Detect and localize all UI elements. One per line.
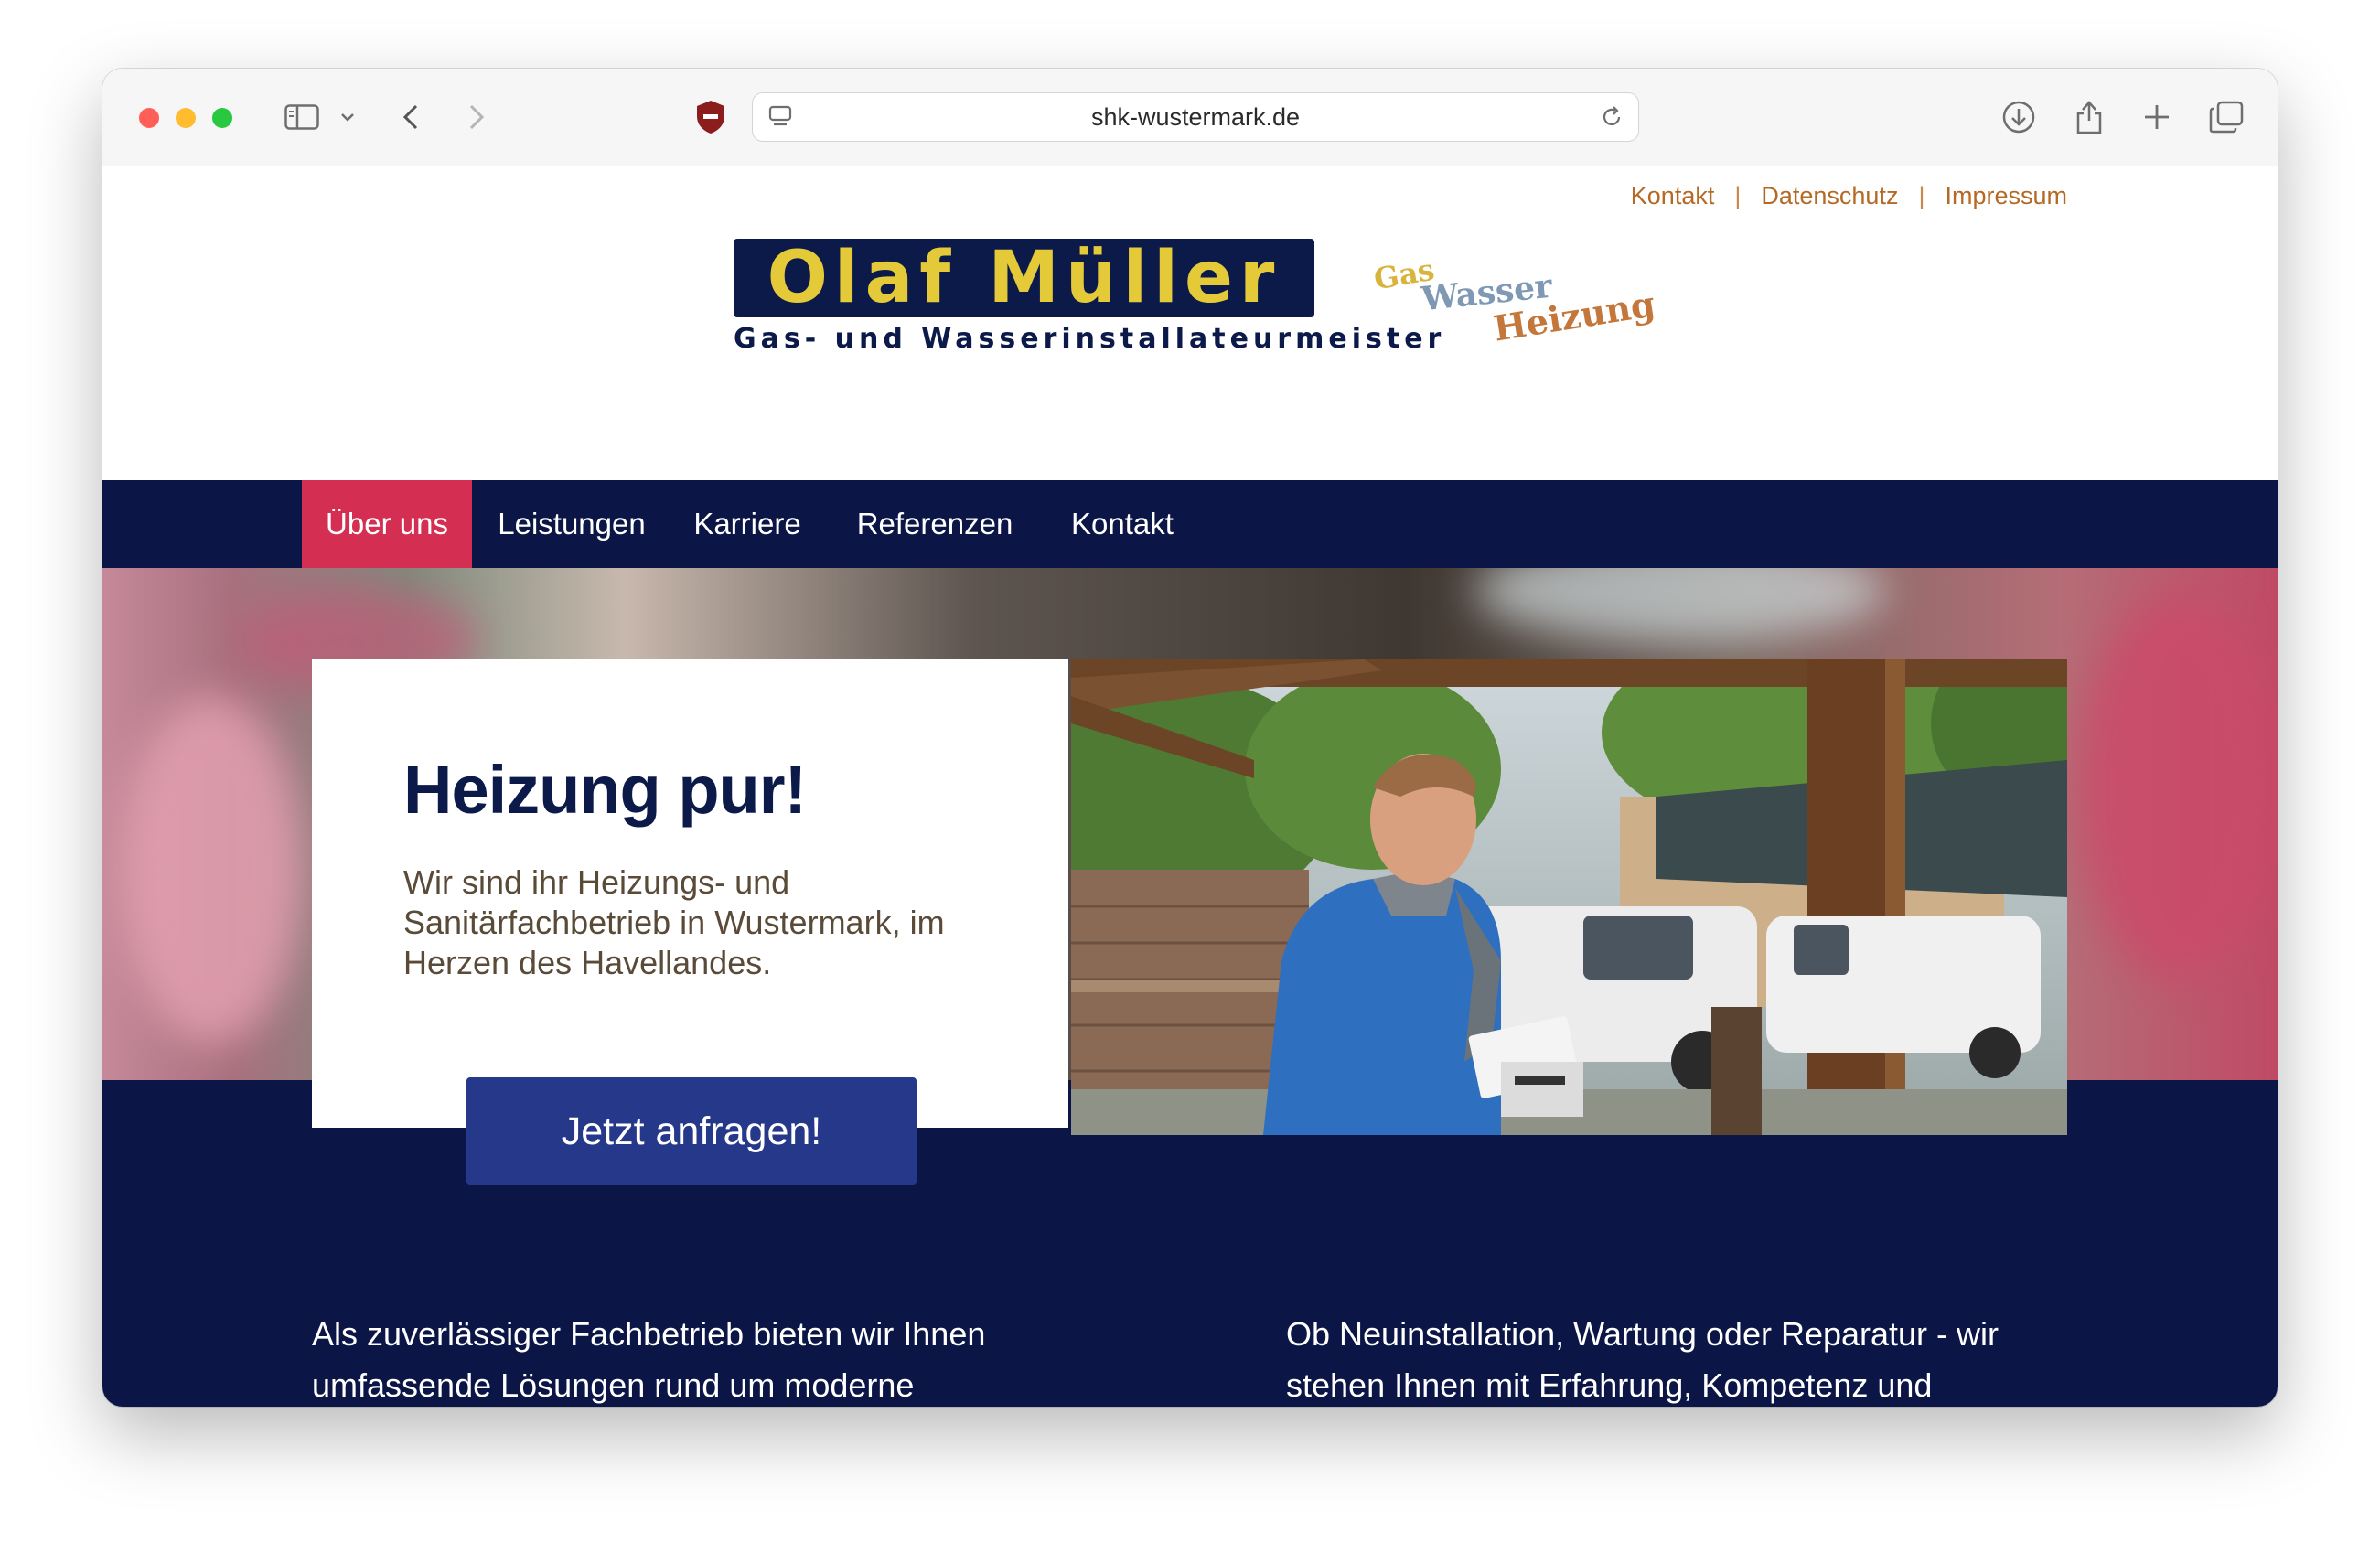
reload-icon[interactable] [1598, 96, 1625, 138]
hero-text: Wir sind ihr Heizungs- und Sanitärfachbe… [403, 863, 945, 981]
top-link-separator: | [1734, 182, 1742, 209]
logo-subtitle: Gas- und Wasserinstallateurmeister [734, 323, 1446, 355]
zoom-window-button[interactable] [212, 108, 232, 128]
address-bar[interactable]: shk-wustermark.de [752, 92, 1639, 142]
web-page: Kontakt | Datenschutz | Impressum Olaf M… [102, 166, 2278, 1407]
top-link-kontakt[interactable]: Kontakt [1631, 182, 1715, 210]
forward-icon[interactable] [463, 96, 490, 138]
top-link-impressum[interactable]: Impressum [1945, 182, 2067, 210]
nav-item-leistungen[interactable]: Leistungen [485, 480, 659, 568]
logo[interactable]: Olaf Müller [734, 239, 1314, 317]
nav-item-ueber-uns[interactable]: Über uns [302, 480, 472, 568]
nav-item-kontakt[interactable]: Kontakt [1054, 480, 1191, 568]
nav-item-karriere[interactable]: Karriere [679, 480, 816, 568]
chevron-down-icon[interactable] [338, 96, 357, 138]
shield-icon[interactable] [692, 96, 729, 138]
share-icon[interactable] [2071, 96, 2107, 138]
cta-request-button[interactable]: Jetzt anfragen! [466, 1077, 917, 1185]
hero-photo-technician [1071, 659, 2067, 1135]
download-icon[interactable] [1999, 96, 2039, 138]
minimize-window-button[interactable] [176, 108, 196, 128]
top-links: Kontakt | Datenschutz | Impressum [1631, 182, 2067, 210]
tagline-graphic: Gas Wasser Heizung [1365, 248, 1667, 349]
intro-text-right: Ob Neuinstallation, Wartung oder Reparat… [1286, 1315, 1999, 1404]
top-link-datenschutz[interactable]: Datenschutz [1761, 182, 1898, 210]
close-window-button[interactable] [139, 108, 159, 128]
nav-item-referenzen[interactable]: Referenzen [834, 480, 1035, 568]
url-text[interactable]: shk-wustermark.de [753, 93, 1638, 141]
hero-card: Heizung pur! Wir sind ihr Heizungs- und … [312, 659, 1068, 1128]
sidebar-icon[interactable] [282, 96, 322, 138]
new-tab-icon[interactable] [2139, 96, 2175, 138]
browser-toolbar: shk-wustermark.de [102, 69, 2278, 166]
back-icon[interactable] [397, 96, 424, 138]
hero-title: Heizung pur! [403, 752, 807, 828]
main-navigation: Über uns Leistungen Karriere Referenzen … [102, 480, 2278, 568]
top-link-separator: | [1918, 182, 1925, 209]
tab-overview-icon[interactable] [2206, 96, 2246, 138]
intro-text-left: Als zuverlässiger Fachbetrieb bieten wir… [312, 1315, 986, 1404]
browser-window: shk-wustermark.de Kontakt | Datenschutz … [102, 69, 2278, 1407]
logo-name: Olaf Müller [767, 237, 1281, 319]
